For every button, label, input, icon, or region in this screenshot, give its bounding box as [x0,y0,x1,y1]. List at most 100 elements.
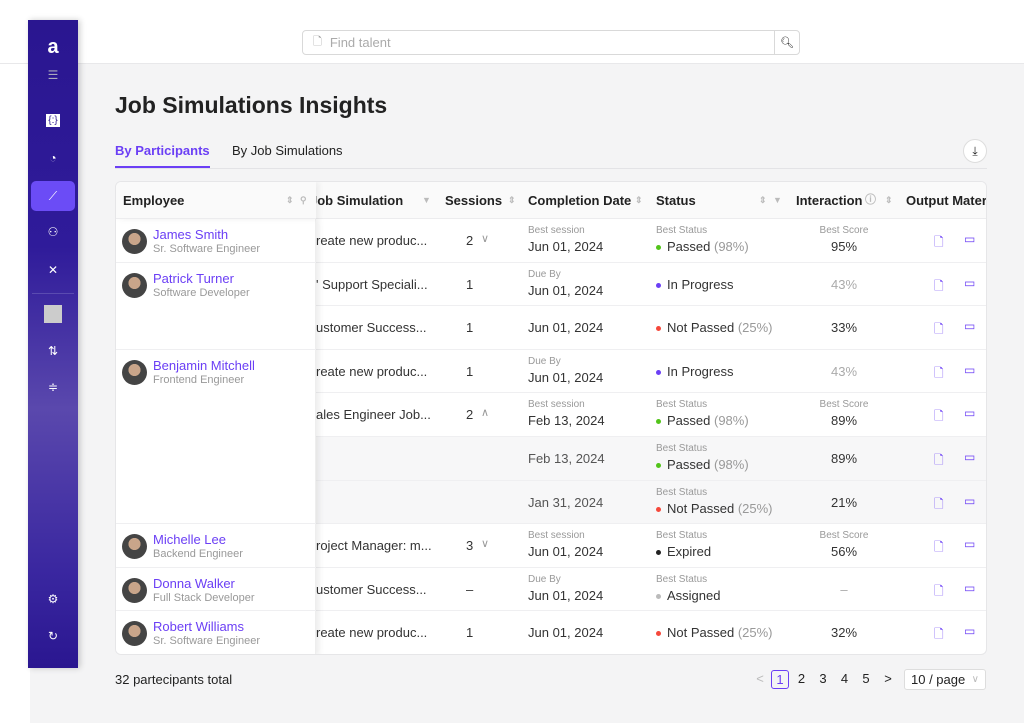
filter-icon[interactable]: ▼ [773,182,782,218]
expand-chevron-icon[interactable]: ∨ [481,537,489,550]
document-icon[interactable]: 🗋 [934,538,944,559]
employee-name[interactable]: Robert Williams [153,619,244,634]
status-badge: Not Passed (25%) [656,625,773,640]
header-employee[interactable]: Employee ⇕ ⚲ [116,182,316,219]
users-icon[interactable]: ⚇ [28,225,78,239]
search-box[interactable]: 🗋 Find talent 🔍︎ [302,30,800,55]
document-icon[interactable]: 🗋 [934,495,944,516]
page-2-button[interactable]: 2 [793,670,811,689]
document-icon[interactable]: 🗋 [934,233,944,254]
pie-chart-icon[interactable]: ◔ [28,151,78,165]
sidebar-divider [32,293,74,294]
chat-icon[interactable]: ▭ [964,319,975,333]
search-input[interactable]: Find talent [330,35,774,50]
top-bar: 🗋 Find talent 🔍︎ [0,0,1024,64]
employee-name[interactable]: Patrick Turner [153,271,234,286]
chat-icon[interactable]: ▭ [964,537,975,551]
list-icon[interactable]: ≑ [28,380,78,394]
document-icon[interactable]: 🗋 [934,625,944,646]
settings-icon[interactable]: ⚙ [28,592,78,606]
document-icon[interactable]: 🗋 [934,320,944,341]
page-1-button[interactable]: 1 [771,670,789,689]
status-percent: (98%) [714,413,749,429]
interaction-score: 33% [830,320,858,336]
document-icon[interactable]: 🗋 [934,582,944,603]
job-simulation-name[interactable]: reate new produc... [316,625,434,640]
document-icon[interactable]: 🗋 [934,364,944,385]
avatar[interactable] [28,305,78,326]
score-label: Best Score [819,225,869,236]
download-icon[interactable]: ⤓ [963,139,987,163]
next-page-button[interactable]: > [879,670,897,689]
sort-icon[interactable]: ⇕ [508,182,516,218]
document-icon[interactable]: 🗋 [934,407,944,428]
chat-icon[interactable]: ▭ [964,406,975,420]
menu-toggle-icon[interactable]: ☰ [28,68,78,82]
chat-icon[interactable]: ▭ [964,494,975,508]
tab-by-job-simulations[interactable]: By Job Simulations [232,143,343,158]
completion-date: Jan 31, 2024 [528,494,604,510]
chat-icon[interactable]: ▭ [964,581,975,595]
tools-icon[interactable]: ✕ [28,263,78,277]
status-text: Not Passed [667,625,735,641]
sort-icon[interactable]: ⇕ [635,182,643,218]
sort-icon[interactable]: ⇕ [885,182,893,218]
sessions-count: 1 [466,320,474,336]
employee-cell: Donna Walker Full Stack Developer [116,568,316,612]
prev-page-button[interactable]: < [751,670,769,689]
routes-icon[interactable]: ⇅ [28,344,78,358]
chat-icon[interactable]: ▭ [964,232,975,246]
employee-name[interactable]: James Smith [153,227,228,242]
employee-column: James Smith Sr. Software Engineer Patric… [116,219,316,654]
sort-icon[interactable]: ⇕ [286,182,294,218]
job-simulation-name[interactable]: ustomer Success... [316,320,434,335]
status-dot-icon [656,550,661,556]
chat-icon[interactable]: ▭ [964,624,975,638]
info-icon[interactable]: ⓘ [865,182,876,218]
filter-icon[interactable]: ▼ [422,182,431,218]
page-size-value: 10 / page [911,672,966,687]
job-simulation-name[interactable]: ustomer Success... [316,582,434,597]
header-status[interactable]: Status ⇕ ▼ [649,182,789,219]
job-simulation-name[interactable]: roject Manager: m... [316,538,434,553]
job-simulation-name[interactable]: reate new produc... [316,233,434,248]
search-icon[interactable]: 🔍︎ [774,31,799,54]
sidebar: a ☰ {:} ◔ ⟋ ⚇ ✕ ⇅ ≑ ⚙ ↻ [28,20,78,668]
header-label: Job Simulation [316,193,404,208]
chat-icon[interactable]: ▭ [964,363,975,377]
job-simulation-name[interactable]: ales Engineer Job... [316,407,434,422]
insights-icon[interactable]: ⟋ [31,181,75,211]
interaction-score: 32% [830,625,858,641]
document-icon[interactable]: 🗋 [934,277,944,298]
chat-icon[interactable]: ▭ [964,276,975,290]
page-title: Job Simulations Insights [115,92,388,118]
interaction-score: 43% [830,363,858,379]
expand-chevron-icon[interactable]: ∨ [481,232,489,245]
logout-icon[interactable]: ↻ [28,629,78,643]
avatar [122,359,147,385]
expand-chevron-icon[interactable]: ∧ [481,406,489,419]
page-3-button[interactable]: 3 [814,670,832,689]
header-completion-date[interactable]: Completion Date ⇕ [521,182,649,219]
employee-name[interactable]: Benjamin Mitchell [153,358,255,373]
page-size-select[interactable]: 10 / page ∨ [904,669,986,690]
employee-name[interactable]: Donna Walker [153,576,235,591]
employee-name[interactable]: Michelle Lee [153,532,226,547]
status-dot-icon [656,369,661,375]
status-label: Best Status [656,573,708,585]
search-icon[interactable]: ⚲ [300,182,307,218]
status-dot-icon [656,419,661,425]
header-job-simulation[interactable]: Job Simulation ▼ [316,182,438,219]
completion-date: Jun 01, 2024 [528,544,604,560]
page-4-button[interactable]: 4 [836,670,854,689]
sort-icon[interactable]: ⇕ [759,182,767,218]
header-sessions[interactable]: Sessions ⇕ [438,182,521,219]
header-interaction[interactable]: Interaction ⓘ ⇕ [789,182,899,219]
brackets-app-icon[interactable]: {:} [28,112,78,127]
page-5-button[interactable]: 5 [857,670,875,689]
chat-icon[interactable]: ▭ [964,450,975,464]
job-simulation-name[interactable]: ' Support Speciali... [316,277,434,292]
document-icon[interactable]: 🗋 [934,451,944,472]
tab-by-participants[interactable]: By Participants [115,143,210,168]
job-simulation-name[interactable]: reate new produc... [316,364,434,379]
